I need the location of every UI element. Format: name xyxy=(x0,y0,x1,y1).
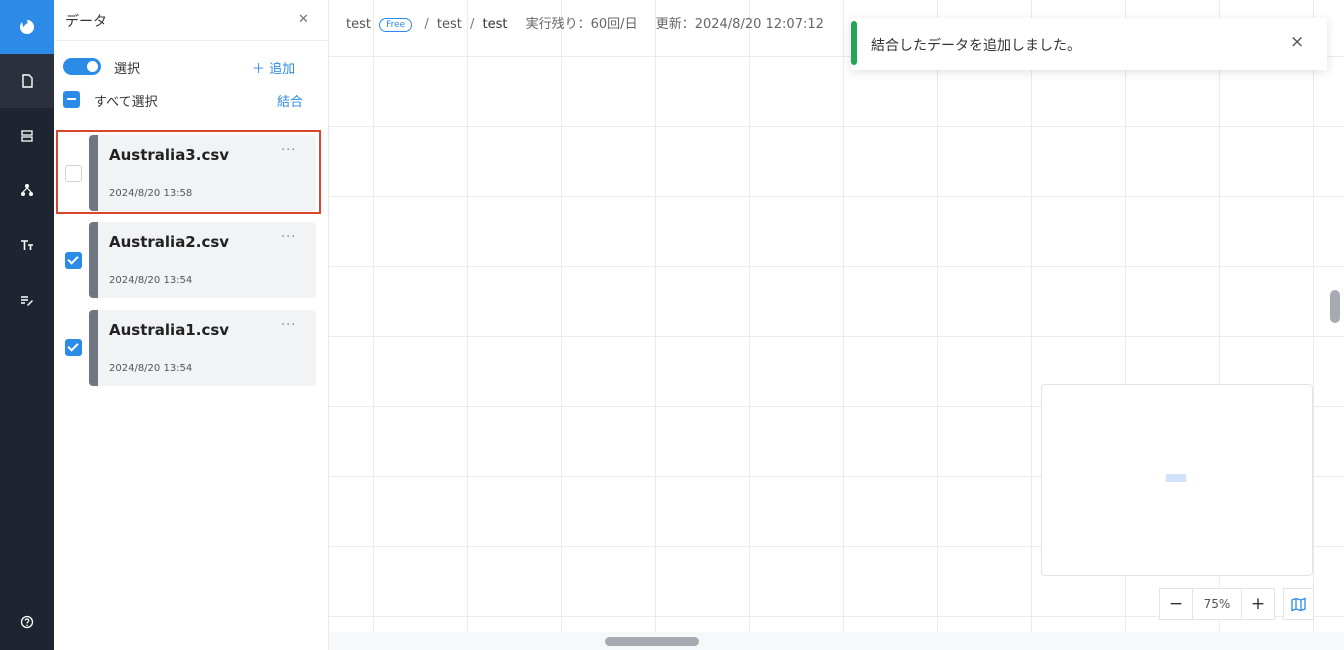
close-icon[interactable]: ✕ xyxy=(298,12,309,27)
select-all-checkbox[interactable] xyxy=(63,91,80,108)
scrollbar-thumb[interactable] xyxy=(1330,290,1340,323)
breadcrumb-project[interactable]: test xyxy=(346,17,371,32)
selection-highlight xyxy=(56,130,321,214)
file-name: Australia2.csv xyxy=(109,233,230,251)
file-card[interactable]: Australia1.csv ··· 2024/8/20 13:54 xyxy=(89,310,316,386)
minimap-node xyxy=(1166,474,1186,482)
zoom-out-button[interactable]: − xyxy=(1160,589,1192,619)
zoom-in-button[interactable]: + xyxy=(1242,589,1274,619)
file-name: Australia1.csv xyxy=(109,321,230,339)
file-checkbox[interactable] xyxy=(65,252,82,269)
select-label: 選択 xyxy=(114,62,141,77)
runs-left: 実行残り：60回/日 xyxy=(525,17,638,32)
network-icon[interactable] xyxy=(17,180,37,200)
breadcrumb: test Free / test / test 実行残り：60回/日 更新：20… xyxy=(346,17,824,32)
left-rail xyxy=(0,0,54,650)
toast-success-bar xyxy=(851,21,857,65)
updated-at: 更新：2024/8/20 12:07:12 xyxy=(655,17,824,32)
more-icon[interactable]: ··· xyxy=(281,230,296,245)
zoom-controls: − 75% + xyxy=(1159,588,1275,620)
help-icon[interactable] xyxy=(17,612,37,632)
panel-title: データ xyxy=(65,14,107,30)
logo-icon[interactable] xyxy=(0,0,54,54)
data-panel: データ ✕ 選択 ＋ 追加 すべて選択 結合 Australia3.csv ··… xyxy=(54,0,329,650)
text-format-icon[interactable] xyxy=(17,235,37,255)
select-toggle[interactable] xyxy=(63,58,101,75)
file-checkbox[interactable] xyxy=(65,339,82,356)
divider xyxy=(54,40,328,41)
minimap[interactable] xyxy=(1041,384,1313,576)
breadcrumb-current: test xyxy=(482,17,508,32)
file-card[interactable]: Australia2.csv ··· 2024/8/20 13:54 xyxy=(89,222,316,298)
more-icon[interactable]: ··· xyxy=(281,318,296,333)
file-card-accent xyxy=(89,222,98,298)
file-date: 2024/8/20 13:54 xyxy=(109,363,193,374)
database-icon[interactable] xyxy=(17,126,37,146)
file-card-accent xyxy=(89,310,98,386)
zoom-level: 75% xyxy=(1192,589,1242,619)
close-icon[interactable]: × xyxy=(1290,32,1304,52)
edit-list-icon[interactable] xyxy=(17,290,37,310)
toast-message: 結合したデータを追加しました。 xyxy=(871,38,1081,54)
file-date: 2024/8/20 13:54 xyxy=(109,275,193,286)
breadcrumb-folder[interactable]: test xyxy=(437,17,462,32)
add-button[interactable]: ＋ 追加 xyxy=(252,58,295,77)
plan-badge: Free xyxy=(379,18,413,32)
merge-button[interactable]: 結合 xyxy=(277,91,303,110)
map-icon[interactable] xyxy=(1283,588,1314,620)
document-icon[interactable] xyxy=(17,71,37,91)
scrollbar-thumb[interactable] xyxy=(605,637,699,646)
horizontal-scrollbar[interactable] xyxy=(329,632,1344,650)
toast-notification: 結合したデータを追加しました。 × xyxy=(851,18,1327,70)
select-all-label: すべて選択 xyxy=(94,95,158,110)
